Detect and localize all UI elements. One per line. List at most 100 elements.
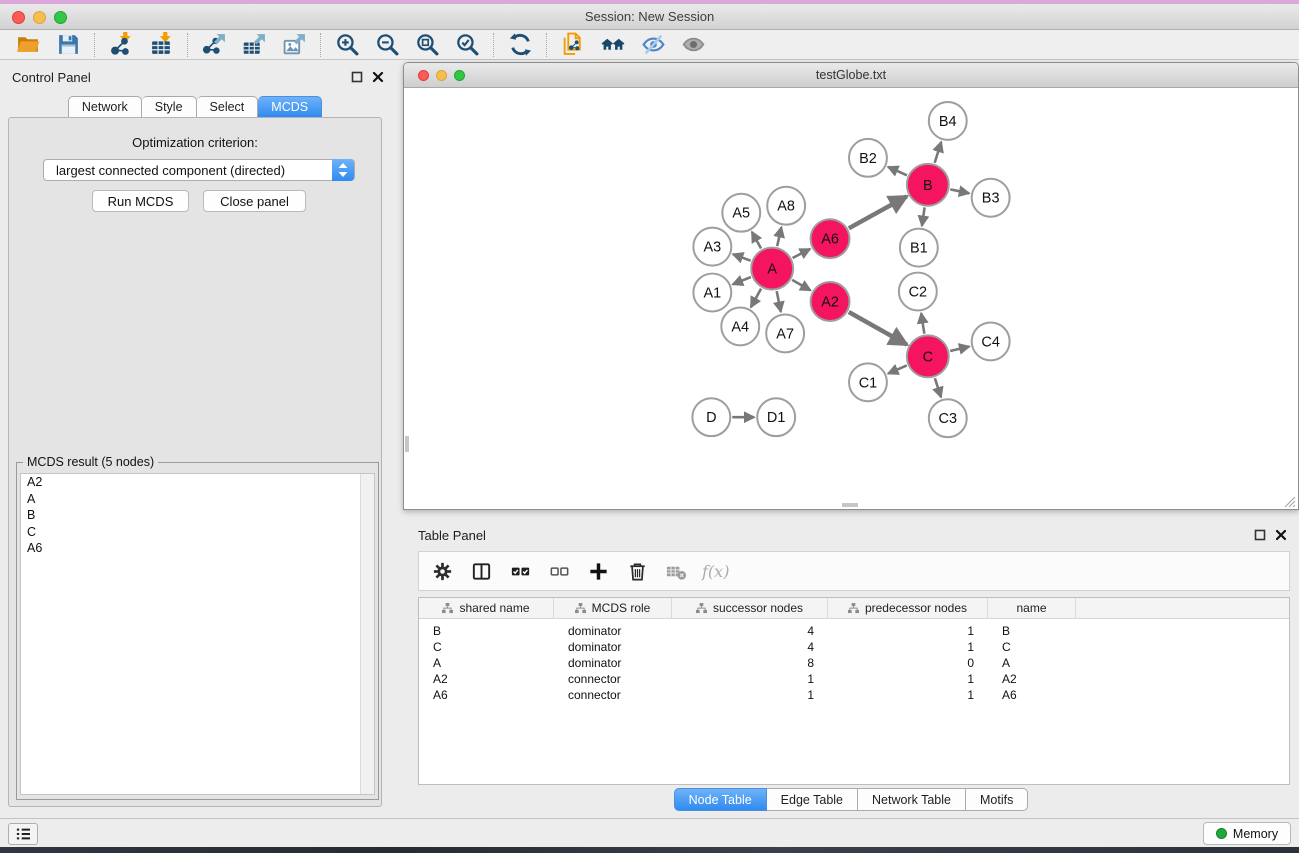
close-panel-icon[interactable] bbox=[372, 71, 384, 83]
result-item[interactable]: C bbox=[21, 524, 374, 541]
export-network-icon[interactable] bbox=[194, 31, 234, 59]
tab-select[interactable]: Select bbox=[197, 96, 259, 118]
column-header-predecessor-nodes[interactable]: predecessor nodes bbox=[828, 598, 988, 618]
edge-A-A6[interactable] bbox=[793, 249, 811, 258]
function-builder-icon[interactable]: f(x) bbox=[702, 562, 729, 581]
table-cell: A2 bbox=[419, 672, 554, 686]
zoom-out-icon[interactable] bbox=[367, 31, 407, 59]
memory-button[interactable]: Memory bbox=[1203, 822, 1291, 845]
edge-A-A1[interactable] bbox=[733, 277, 751, 284]
float-panel-icon[interactable] bbox=[351, 71, 363, 83]
node-label-B2: B2 bbox=[859, 151, 877, 167]
edge-A-A5[interactable] bbox=[752, 232, 761, 249]
network-canvas[interactable]: ABCA6A2A5A8A3A1A4A7B2B4B3B1C2C4C1C3DD1 bbox=[404, 89, 1298, 509]
table-cell: 4 bbox=[672, 624, 828, 638]
tab-node-table[interactable]: Node Table bbox=[674, 788, 767, 811]
settings-icon[interactable] bbox=[429, 558, 455, 584]
toolbar-separator bbox=[493, 33, 494, 57]
tab-motifs[interactable]: Motifs bbox=[966, 788, 1028, 811]
mcds-result-title: MCDS result (5 nodes) bbox=[23, 455, 158, 469]
column-header-successor-nodes[interactable]: successor nodes bbox=[672, 598, 828, 618]
add-icon[interactable] bbox=[585, 558, 611, 584]
run-mcds-button[interactable]: Run MCDS bbox=[92, 190, 189, 212]
tab-network[interactable]: Network bbox=[68, 96, 142, 118]
column-header-name[interactable]: name bbox=[988, 598, 1076, 618]
toolbar-separator bbox=[320, 33, 321, 57]
close-panel-button[interactable]: Close panel bbox=[203, 190, 306, 212]
column-header-shared-name[interactable]: shared name bbox=[419, 598, 554, 618]
edge-B-B4[interactable] bbox=[935, 142, 942, 163]
select-all-icon[interactable] bbox=[507, 558, 533, 584]
table-panel-window-buttons bbox=[1254, 529, 1287, 541]
tab-edge-table[interactable]: Edge Table bbox=[767, 788, 858, 811]
window-title: Session: New Session bbox=[0, 9, 1299, 24]
vertical-scroll-indicator[interactable] bbox=[405, 436, 409, 452]
save-session-icon[interactable] bbox=[48, 31, 88, 59]
table-cell: 1 bbox=[672, 672, 828, 686]
criterion-value: largest connected component (directed) bbox=[56, 163, 285, 178]
memory-status-icon bbox=[1216, 828, 1227, 839]
import-network-icon[interactable] bbox=[101, 31, 141, 59]
edge-A2-C[interactable] bbox=[849, 312, 907, 345]
edge-B-B1[interactable] bbox=[922, 207, 925, 225]
result-item[interactable]: B bbox=[21, 507, 374, 524]
tab-mcds[interactable]: MCDS bbox=[258, 96, 322, 118]
edge-A-A4[interactable] bbox=[751, 289, 761, 308]
table-row[interactable]: A2connector11A2 bbox=[419, 671, 1289, 687]
column-header-MCDS-role[interactable]: MCDS role bbox=[554, 598, 672, 618]
criterion-dropdown[interactable]: largest connected component (directed) bbox=[43, 159, 355, 181]
import-table-icon[interactable] bbox=[141, 31, 181, 59]
edge-A-A2[interactable] bbox=[792, 280, 810, 290]
node-label-B: B bbox=[923, 178, 933, 194]
refresh-icon[interactable] bbox=[500, 31, 540, 59]
resize-grip-icon[interactable] bbox=[1284, 495, 1296, 507]
delete-icon[interactable] bbox=[624, 558, 650, 584]
tab-network-table[interactable]: Network Table bbox=[858, 788, 966, 811]
zoom-in-icon[interactable] bbox=[327, 31, 367, 59]
edge-C-C4[interactable] bbox=[950, 346, 969, 351]
edge-C-C1[interactable] bbox=[888, 365, 907, 373]
horizontal-scroll-indicator[interactable] bbox=[842, 503, 858, 507]
zoom-selected-icon[interactable] bbox=[447, 31, 487, 59]
show-details-icon[interactable] bbox=[673, 31, 713, 59]
close-panel-icon[interactable] bbox=[1275, 529, 1287, 541]
columns-icon[interactable] bbox=[468, 558, 494, 584]
edge-A-A3[interactable] bbox=[733, 254, 751, 260]
result-item[interactable]: A2 bbox=[21, 474, 374, 491]
hide-details-icon[interactable] bbox=[633, 31, 673, 59]
main-toolbar bbox=[0, 30, 1299, 60]
tab-style[interactable]: Style bbox=[142, 96, 197, 118]
export-image-icon[interactable] bbox=[274, 31, 314, 59]
edge-C-C2[interactable] bbox=[921, 313, 924, 333]
control-panel-tabs: NetworkStyleSelectMCDS bbox=[0, 96, 390, 118]
home-icon[interactable] bbox=[593, 31, 633, 59]
result-item[interactable]: A6 bbox=[21, 540, 374, 557]
table-row[interactable]: A6connector11A6 bbox=[419, 687, 1289, 703]
table-toolbar: f(x) bbox=[418, 551, 1290, 591]
network-window-titlebar[interactable]: testGlobe.txt bbox=[404, 63, 1298, 88]
result-scrollbar[interactable] bbox=[360, 474, 374, 794]
network-document-icon[interactable] bbox=[553, 31, 593, 59]
edge-A-A8[interactable] bbox=[777, 227, 781, 246]
table-row[interactable]: Adominator80A bbox=[419, 655, 1289, 671]
zoom-fit-icon[interactable] bbox=[407, 31, 447, 59]
delete-table-icon[interactable] bbox=[663, 558, 689, 584]
open-session-icon[interactable] bbox=[8, 31, 48, 59]
result-item[interactable]: A bbox=[21, 491, 374, 508]
table-row[interactable]: Bdominator41B bbox=[419, 623, 1289, 639]
edge-B-B2[interactable] bbox=[888, 167, 907, 176]
edge-B-B3[interactable] bbox=[950, 189, 969, 193]
mcds-result-list[interactable]: A2ABCA6 bbox=[20, 473, 375, 795]
edge-A6-B[interactable] bbox=[849, 196, 907, 228]
task-history-button[interactable] bbox=[8, 823, 38, 845]
edge-A-A7[interactable] bbox=[777, 291, 781, 312]
float-panel-icon[interactable] bbox=[1254, 529, 1266, 541]
list-icon bbox=[15, 827, 31, 841]
table-row[interactable]: Cdominator41C bbox=[419, 639, 1289, 655]
edge-C-C3[interactable] bbox=[935, 378, 941, 397]
table-body: Bdominator41BCdominator41CAdominator80AA… bbox=[419, 619, 1289, 703]
node-label-D1: D1 bbox=[767, 410, 785, 426]
table-cell: connector bbox=[554, 688, 672, 702]
deselect-all-icon[interactable] bbox=[546, 558, 572, 584]
export-table-icon[interactable] bbox=[234, 31, 274, 59]
